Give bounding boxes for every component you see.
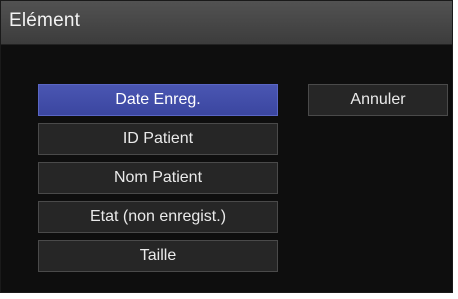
dialog-titlebar: Elément (1, 1, 452, 45)
option-nom-patient-button[interactable]: Nom Patient (38, 162, 278, 194)
option-taille-button[interactable]: Taille (38, 240, 278, 272)
cancel-button[interactable]: Annuler (308, 84, 448, 116)
element-dialog: Elément Date Enreg. ID Patient Nom Patie… (0, 0, 453, 293)
dialog-title: Elément (9, 10, 81, 31)
option-date-enreg-button[interactable]: Date Enreg. (38, 84, 278, 116)
option-etat-button[interactable]: Etat (non enregist.) (38, 201, 278, 233)
option-id-patient-button[interactable]: ID Patient (38, 123, 278, 155)
